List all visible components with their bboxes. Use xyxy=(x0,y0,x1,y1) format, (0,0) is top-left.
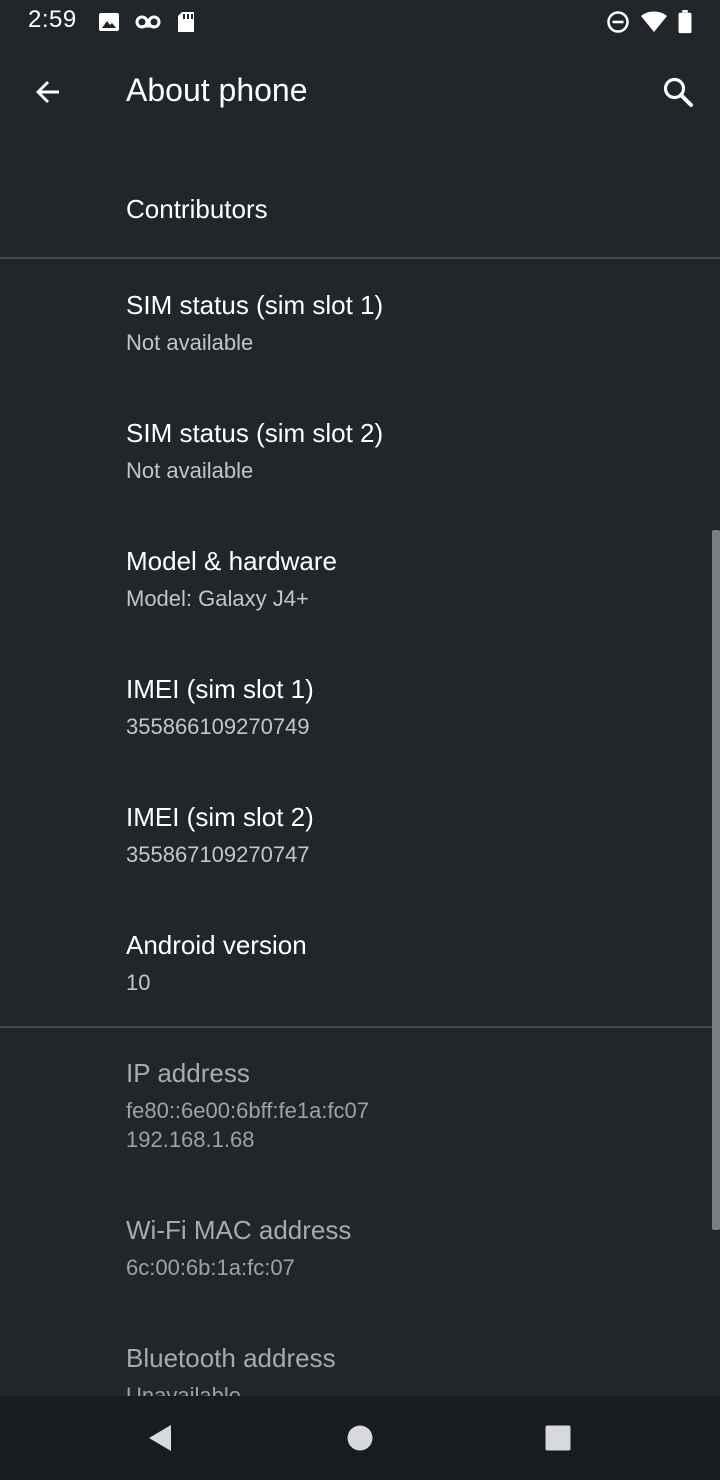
item-summary: Model: Galaxy J4+ xyxy=(126,586,309,611)
list-item-contributors[interactable]: Contributors xyxy=(0,170,720,258)
section-divider xyxy=(0,257,720,259)
item-title: Bluetooth address xyxy=(126,1343,336,1373)
status-time: 2:59 xyxy=(28,6,77,33)
item-summary: Not available xyxy=(126,458,254,483)
item-summary: 355867109270747 xyxy=(126,842,310,867)
search-icon xyxy=(663,77,693,107)
item-title: SIM status (sim slot 1) xyxy=(126,290,384,320)
nav-home-button[interactable] xyxy=(336,1414,384,1462)
battery-icon xyxy=(678,10,692,34)
item-summary: fe80::6e00:6bff:fe1a:fc07 192.168.1.68 xyxy=(126,1098,370,1152)
arrow-back-icon xyxy=(36,81,59,103)
list-item-imei-1[interactable]: IMEI (sim slot 1) 355866109270749 xyxy=(0,654,720,774)
sd-card-icon xyxy=(178,12,194,32)
do-not-disturb-icon xyxy=(607,11,629,33)
list-item-sim-status-1[interactable]: SIM status (sim slot 1) Not available xyxy=(0,270,720,390)
status-bar: 2:59 xyxy=(0,0,720,44)
scrollbar[interactable] xyxy=(712,530,720,1230)
item-title: IP address xyxy=(126,1058,250,1088)
screen: 2:59 About phone Contributors SIM status… xyxy=(0,0,720,1480)
item-title: IMEI (sim slot 2) xyxy=(126,802,314,832)
list-item-bluetooth-address: Bluetooth address Unavailable xyxy=(0,1323,720,1396)
item-summary: Unavailable xyxy=(126,1383,241,1396)
list-item-model-hardware[interactable]: Model & hardware Model: Galaxy J4+ xyxy=(0,526,720,646)
list-item-android-version[interactable]: Android version 10 xyxy=(0,910,720,1026)
wifi-icon xyxy=(641,11,667,32)
navigation-bar xyxy=(0,1396,720,1480)
image-icon xyxy=(99,13,119,31)
recents-square-icon xyxy=(545,1425,571,1451)
app-bar: About phone xyxy=(0,44,720,140)
item-title: IMEI (sim slot 1) xyxy=(126,674,314,704)
item-title: Wi-Fi MAC address xyxy=(126,1215,352,1245)
nav-recents-button[interactable] xyxy=(534,1414,582,1462)
back-button[interactable] xyxy=(22,66,74,118)
list-item-sim-status-2[interactable]: SIM status (sim slot 2) Not available xyxy=(0,398,720,518)
item-summary: Not available xyxy=(126,330,254,355)
search-button[interactable] xyxy=(652,66,704,118)
page-title: About phone xyxy=(126,72,308,108)
list-item-imei-2[interactable]: IMEI (sim slot 2) 355867109270747 xyxy=(0,782,720,902)
nav-back-button[interactable] xyxy=(136,1414,184,1462)
item-summary: 355866109270749 xyxy=(126,714,310,739)
back-triangle-icon xyxy=(149,1425,171,1451)
list-item-ip-address: IP address fe80::6e00:6bff:fe1a:fc07 192… xyxy=(0,1038,720,1188)
item-title: Android version xyxy=(126,930,307,960)
item-title: Model & hardware xyxy=(126,546,337,576)
item-summary: 6c:00:6b:1a:fc:07 xyxy=(126,1255,295,1280)
list-item-wifi-mac: Wi-Fi MAC address 6c:00:6b:1a:fc:07 xyxy=(0,1195,720,1315)
voicemail-icon xyxy=(135,15,161,29)
item-title: Contributors xyxy=(126,194,268,224)
home-circle-icon xyxy=(347,1425,373,1451)
item-summary: 10 xyxy=(126,970,151,995)
section-divider xyxy=(0,1026,720,1028)
item-title: SIM status (sim slot 2) xyxy=(126,418,384,448)
